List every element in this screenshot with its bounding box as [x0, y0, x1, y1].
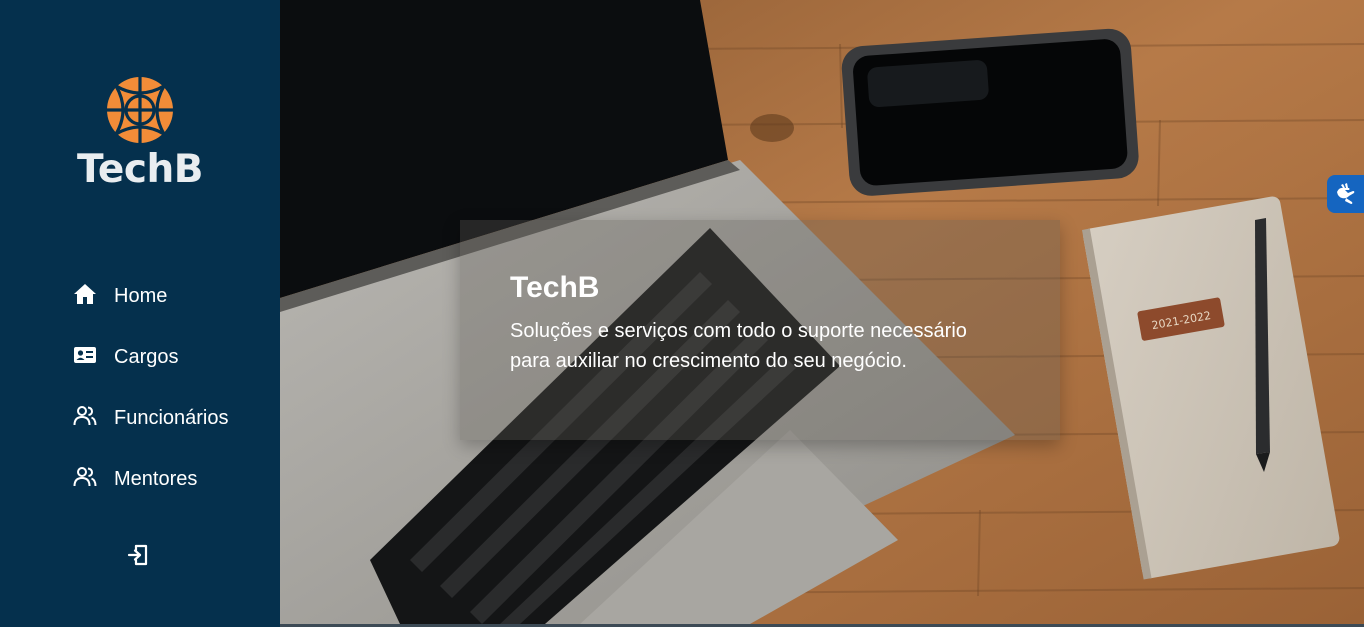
- sidebar-item-label: Home: [114, 285, 168, 307]
- id-card-icon: [72, 343, 98, 367]
- hero-subtitle: Soluções e serviços com todo o suporte n…: [510, 320, 967, 372]
- hero-section: 2021-2022 TechB Soluções e serviços com …: [280, 0, 1364, 624]
- sidebar-item-label: Cargos: [114, 346, 179, 368]
- sign-language-icon: [1337, 183, 1355, 204]
- accessibility-button[interactable]: [1327, 175, 1364, 213]
- app-root: TechB Home Cargos Funcionários Mentores …: [0, 0, 1364, 627]
- logo-text: TechB: [77, 147, 203, 192]
- sidebar-nav: Home Cargos Funcionários Mentores: [72, 280, 272, 524]
- hero-title: TechB: [510, 271, 600, 304]
- logo[interactable]: TechB: [70, 76, 210, 192]
- logo-mark-icon: [107, 77, 173, 143]
- hero-card: TechB Soluções e serviços com todo o sup…: [460, 220, 1060, 440]
- people-icon: [72, 465, 98, 489]
- home-icon: [72, 282, 98, 306]
- logout-button[interactable]: [124, 541, 152, 569]
- sidebar-item-home[interactable]: Home: [72, 280, 272, 341]
- sidebar-item-label: Funcionários: [114, 407, 229, 429]
- people-icon: [72, 404, 98, 428]
- sidebar-item-mentores[interactable]: Mentores: [72, 463, 272, 524]
- sidebar-item-cargos[interactable]: Cargos: [72, 341, 272, 402]
- sidebar: TechB Home Cargos Funcionários Mentores: [0, 0, 280, 627]
- logout-icon: [127, 544, 148, 566]
- sidebar-item-label: Mentores: [114, 468, 198, 490]
- sidebar-item-funcionarios[interactable]: Funcionários: [72, 402, 272, 463]
